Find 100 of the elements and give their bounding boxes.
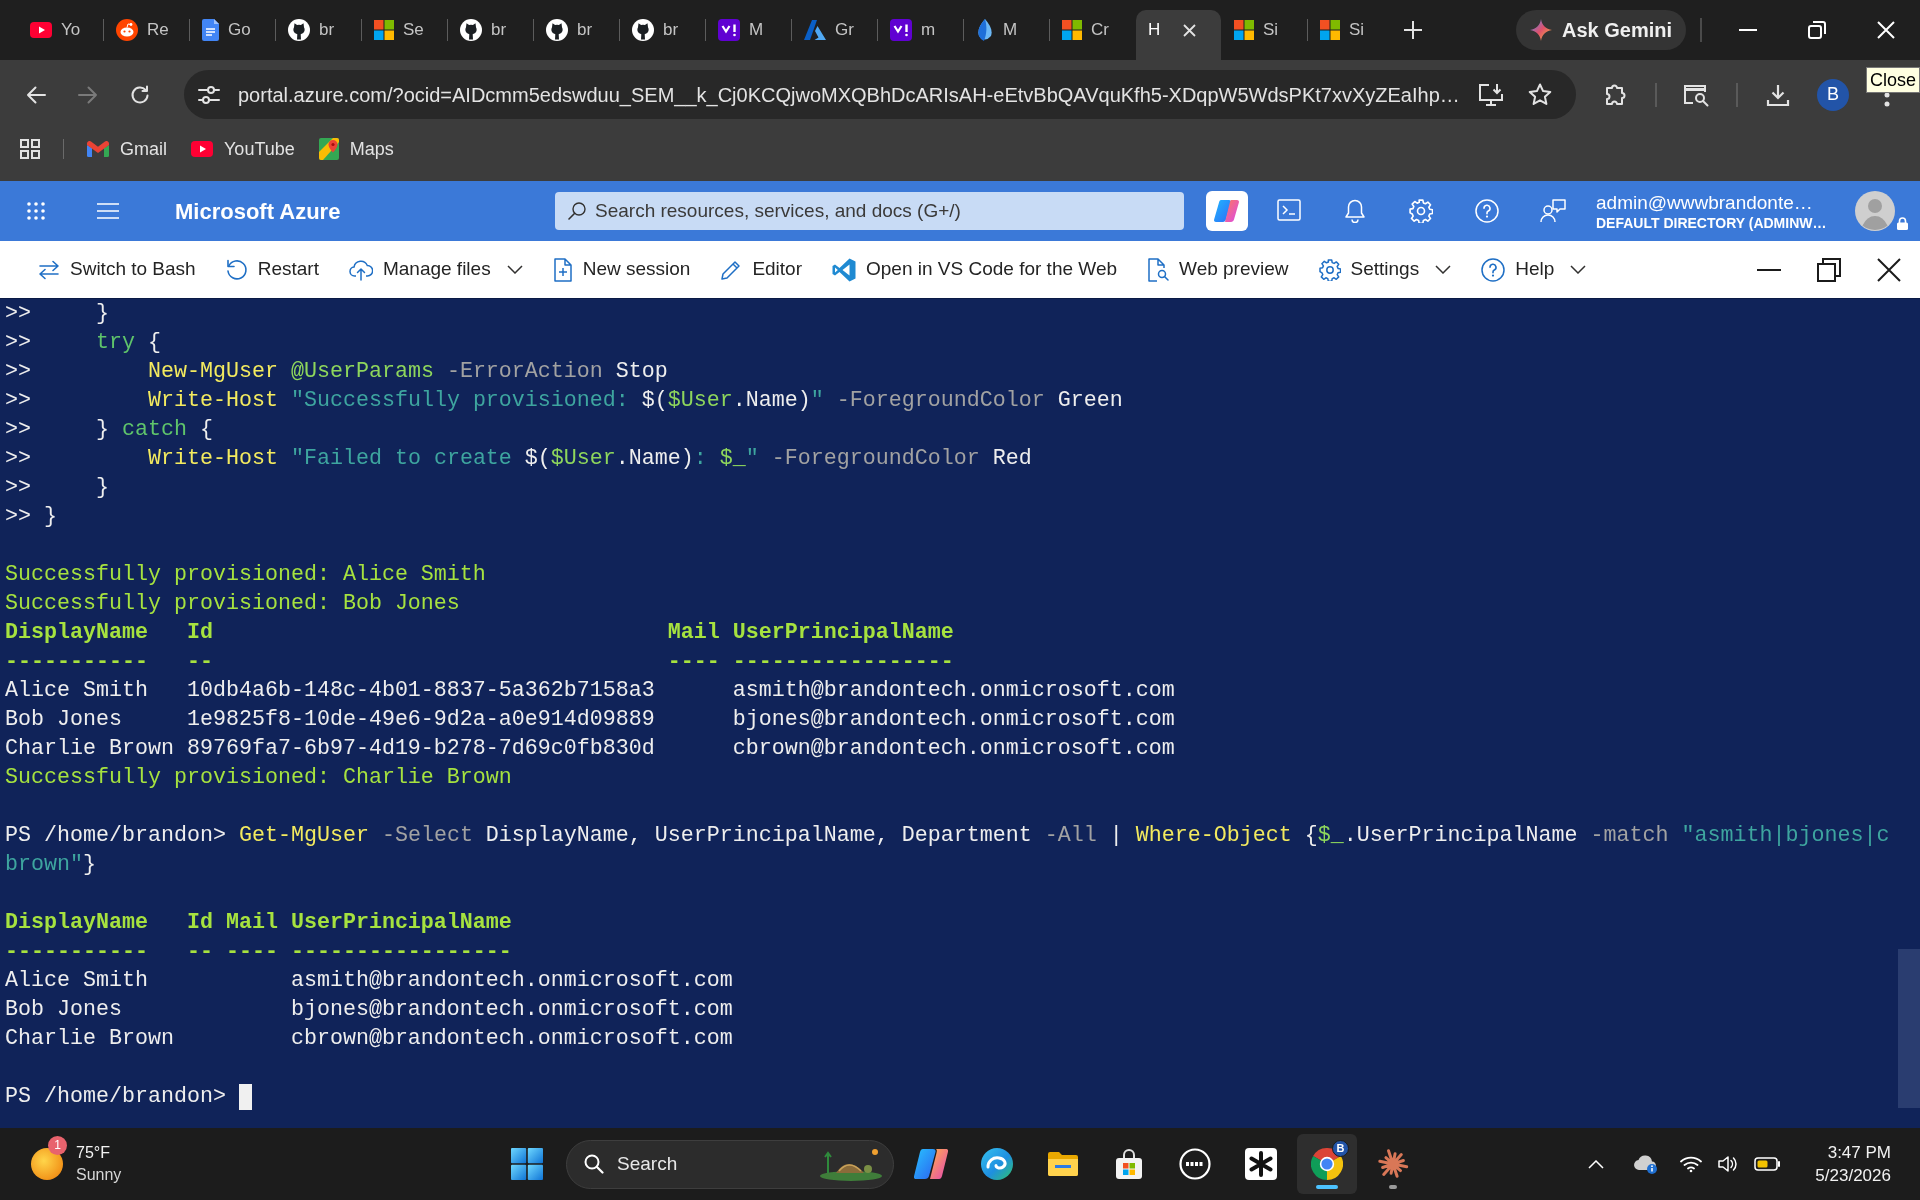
clock-time[interactable]: 3:47 PM <box>1827 1141 1891 1164</box>
taskbar-app[interactable]: B <box>1297 1134 1357 1194</box>
cat-icon <box>460 19 482 41</box>
terminal-line: >> New-MgUser @UserParams -ErrorAction Stop <box>5 358 668 386</box>
temperature-label[interactable]: 75°F <box>76 1142 122 1164</box>
four-squares-icon <box>374 20 394 40</box>
document-search-icon <box>1147 257 1170 282</box>
cat-icon <box>632 19 654 41</box>
ribbon-icon <box>832 257 856 282</box>
toolbar-button[interactable]: Open in VS Code for the Web <box>826 249 1124 290</box>
restore-icon[interactable] <box>1807 21 1826 39</box>
profile-button[interactable]: B <box>1817 78 1849 111</box>
download-icon[interactable] <box>1766 82 1790 107</box>
close-icon[interactable] <box>1877 257 1901 282</box>
terminal-line: >> Write-Host "Successfully provisioned: $($User.Name)" -ForegroundColor Green <box>5 387 1123 415</box>
weather-condition[interactable]: Sunny <box>76 1164 122 1186</box>
toolbar-button[interactable]: Manage files <box>342 249 529 290</box>
portal-title[interactable]: Microsoft Azure <box>175 194 341 228</box>
search-icon <box>568 202 586 220</box>
sun-icon[interactable] <box>31 1148 63 1180</box>
cloud-icon[interactable] <box>1633 1154 1657 1174</box>
chevron-down-icon <box>1570 265 1587 274</box>
back-arrow-icon[interactable] <box>26 85 46 104</box>
browser-tab[interactable]: br <box>620 10 705 50</box>
help-icon[interactable] <box>1481 257 1506 282</box>
terminal-line: Charlie Brown cbrown@brandontech.onmicrosoft.com <box>5 1025 733 1053</box>
apps-grid-icon[interactable] <box>20 139 40 159</box>
bookmark-star-icon[interactable] <box>1528 83 1552 106</box>
toolbar-button[interactable]: Switch to Bash <box>32 249 202 290</box>
battery-icon[interactable] <box>1754 1157 1780 1171</box>
lock-icon <box>1897 217 1908 230</box>
cat-icon <box>288 19 310 41</box>
four-panes-icon[interactable] <box>511 1148 543 1180</box>
avatar-icon[interactable] <box>1855 191 1895 231</box>
browser-tab[interactable]: M <box>964 10 1049 50</box>
terminal-line: Alice Smith 10db4a6b-148c-4b01-8837-5a362b7158a3 asmith@brandontech.onmicrosoft.com <box>5 677 1175 705</box>
toolbar-button[interactable]: Editor <box>714 249 808 290</box>
account-email[interactable]: admin@wwwbrandonte… <box>1596 190 1835 214</box>
chevron-up-icon[interactable] <box>1588 1159 1604 1169</box>
scrollbar-thumb[interactable] <box>1898 949 1920 1108</box>
search-field[interactable]: Search resources, services, and docs (G+/) <box>555 192 1184 230</box>
restore-icon[interactable] <box>1817 257 1841 282</box>
bookmark[interactable]: Maps <box>308 132 404 166</box>
speaker-icon[interactable] <box>1717 1156 1737 1172</box>
browser-tab[interactable]: Si <box>1222 10 1307 50</box>
browser-tab[interactable]: Si <box>1308 10 1393 50</box>
notification-bell-icon[interactable] <box>1345 199 1365 223</box>
browser-tab[interactable]: M <box>706 10 791 50</box>
chevron-down-icon <box>506 265 523 274</box>
settings-icon[interactable] <box>1318 258 1341 281</box>
address-field[interactable]: portal.azure.com/?ocid=AIDcmm5edswduu_SEM__k_Cj0KCQjwoMXQBhDcARIsAH-eEtvBbQAVquKfh5-XDqpW5WdsPKt7xvXyZEaIhp… <box>184 70 1576 119</box>
install-icon[interactable] <box>1478 82 1504 107</box>
terminal-line: >> } <box>5 300 109 328</box>
terminal-line: >> Write-Host "Failed to create $($User.Name): $_" -ForegroundColor Red <box>5 445 1032 473</box>
bookmark[interactable]: YouTube <box>181 132 305 166</box>
tune-icon[interactable] <box>198 85 220 104</box>
browser-tab[interactable]: br <box>276 10 361 50</box>
toolbar-button[interactable]: Restart <box>219 249 325 290</box>
browser-tab[interactable]: Gr <box>792 10 877 50</box>
browser-tab[interactable]: Cr <box>1050 10 1135 50</box>
circular-arrow-icon <box>225 258 248 281</box>
puzzle-icon[interactable] <box>1604 82 1628 107</box>
directory-label[interactable]: DEFAULT DIRECTORY (ADMINW… <box>1596 213 1835 232</box>
person-speech-icon[interactable] <box>1540 199 1566 223</box>
toolbar-button[interactable]: Web preview <box>1141 249 1295 290</box>
ask-gemini-button[interactable]: Ask Gemini <box>1515 10 1686 50</box>
browser-tab[interactable]: br <box>534 10 619 50</box>
search-icon <box>584 1153 604 1174</box>
window-search-icon[interactable] <box>1683 82 1709 107</box>
browser-tab[interactable]: br <box>448 10 533 50</box>
toolbar-button[interactable]: Help <box>1475 249 1593 290</box>
terminal-line: >> try { <box>5 329 161 357</box>
wifi-icon[interactable] <box>1680 1155 1702 1173</box>
droplet-icon <box>976 19 994 41</box>
terminal-icon[interactable] <box>1277 199 1301 221</box>
toolbar-button[interactable]: Settings <box>1312 249 1458 290</box>
app-launcher-icon[interactable] <box>27 202 45 220</box>
wave-circle-icon <box>981 1148 1013 1180</box>
terminal-line: DisplayName Id Mail UserPrincipalName <box>5 619 954 647</box>
clock-date[interactable]: 5/23/2026 <box>1815 1164 1891 1187</box>
browser-tab[interactable]: H <box>1136 10 1221 60</box>
pencil-icon <box>720 258 743 281</box>
turtle-icon <box>820 1146 882 1181</box>
menu-icon[interactable] <box>97 203 119 219</box>
url-text[interactable]: portal.azure.com/?ocid=AIDcmm5edswduu_SEM__k_Cj0KCQjwoMXQBhDcARIsAH-eEtvBbQAVquKfh5-XDqpW5WdsPKt7xvXyZEaIhp… <box>238 79 1460 110</box>
browser-tab[interactable]: Go <box>190 10 275 50</box>
bookmark[interactable]: Gmail <box>77 132 177 166</box>
ring-icon <box>1179 1148 1211 1180</box>
browser-tab[interactable]: Re <box>104 10 189 50</box>
plus-icon[interactable] <box>1404 21 1422 39</box>
browser-tab[interactable]: m <box>878 10 963 50</box>
toolbar-button[interactable]: New session <box>546 249 697 290</box>
browser-tab[interactable]: Yo <box>18 10 103 50</box>
browser-tab[interactable]: Se <box>362 10 447 50</box>
document-icon <box>202 19 219 41</box>
swirl-tile-icon[interactable] <box>1206 191 1248 231</box>
reload-icon[interactable] <box>130 84 150 105</box>
search-field[interactable]: Search <box>566 1139 894 1189</box>
minimize-icon[interactable] <box>1757 268 1781 271</box>
terminal-line: Successfully provisioned: Bob Jones <box>5 590 460 618</box>
